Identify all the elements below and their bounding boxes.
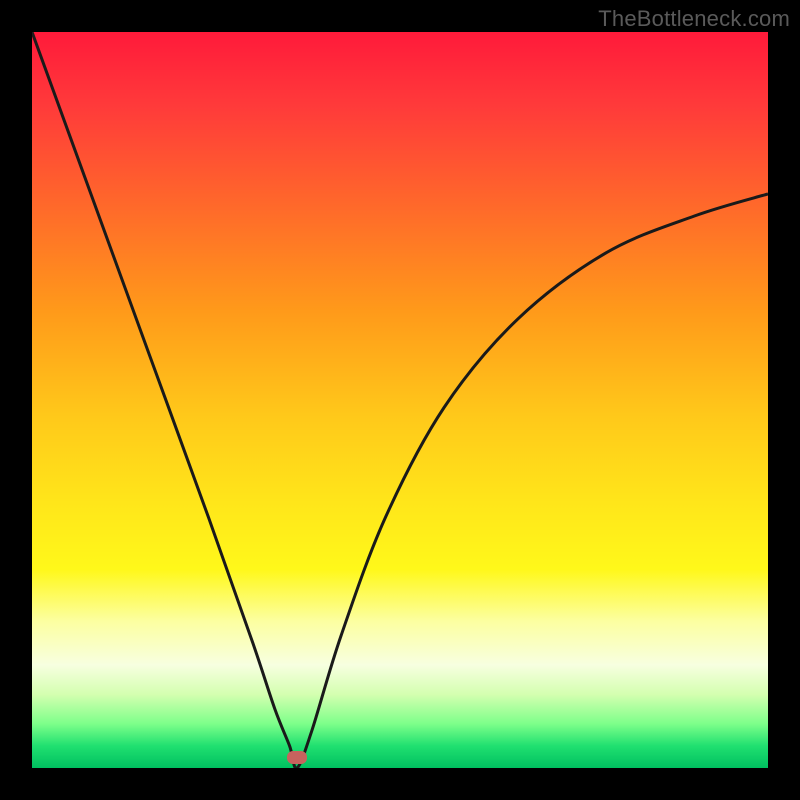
plot-area [32,32,768,768]
chart-frame: TheBottleneck.com [0,0,800,800]
optimal-point-marker [287,751,307,764]
curve-path [32,32,768,768]
watermark-text: TheBottleneck.com [598,6,790,32]
bottleneck-curve [32,32,768,768]
